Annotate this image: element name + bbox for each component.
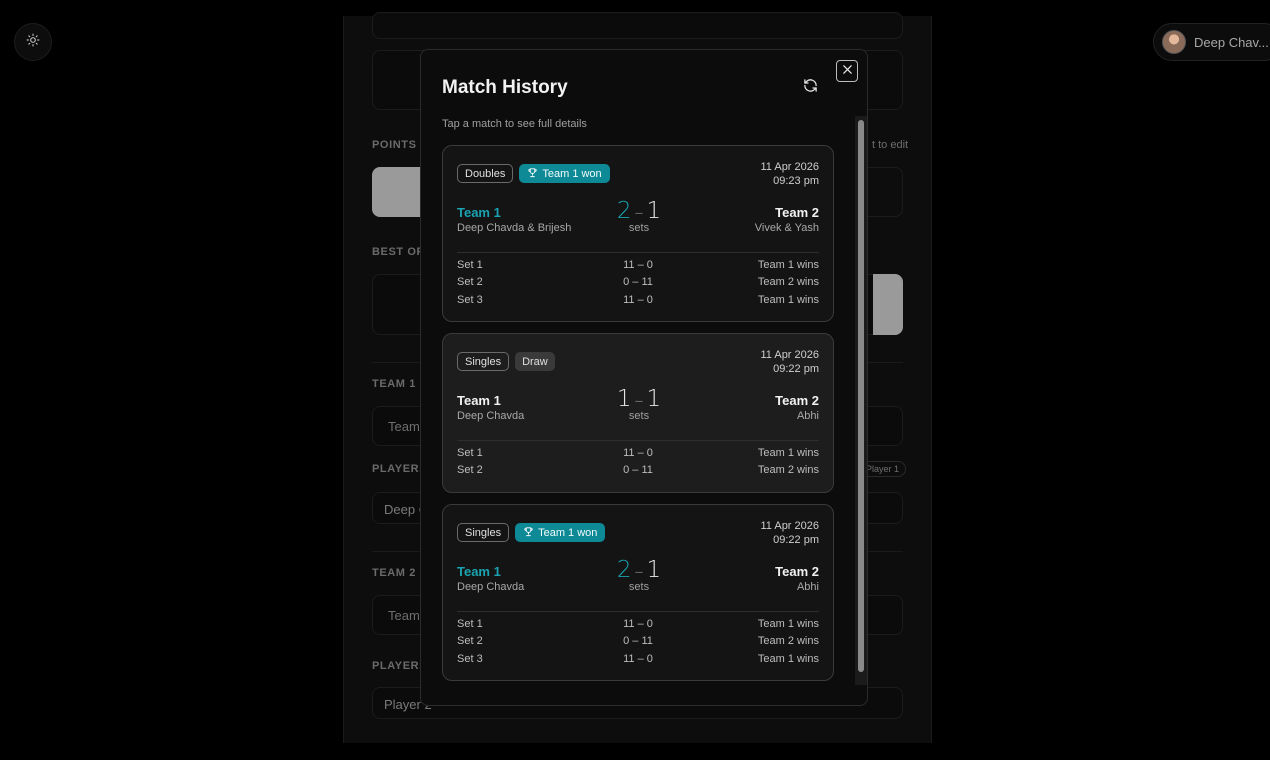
match-type-badge: Doubles [457,164,514,183]
divider [457,611,819,612]
team2-score: 1 [646,557,662,583]
team2-players: Abhi [796,581,819,593]
team1-name-placeholder: Team [388,419,420,434]
modal-subtitle: Tap a match to see full details [442,118,587,130]
refresh-button[interactable] [801,79,819,97]
avatar [1162,30,1186,54]
match-date: 11 Apr 2026 [760,520,819,532]
best-of-label: BEST OF [372,246,424,258]
sun-icon [26,33,40,52]
trophy-icon [523,526,534,540]
match-date: 11 Apr 2026 [760,161,819,173]
divider [457,440,819,441]
match-history-modal: Match History Tap a match to see full de… [420,49,868,706]
set-row: Set 3 11 – 0 Team 1 wins [457,294,819,311]
team2-players: Abhi [796,410,819,422]
team2-name: Team 2 [775,205,819,220]
set-row: Set 2 0 – 11 Team 2 wins [457,635,819,652]
match-date: 11 Apr 2026 [760,349,819,361]
result-label: Team 1 won [538,526,598,539]
divider [457,252,819,253]
set-row: Set 3 11 – 0 Team 1 wins [457,653,819,670]
result-badge: Draw [515,352,555,371]
match-type-badge: Singles [457,523,510,542]
scrollbar-thumb[interactable] [858,120,864,672]
user-name: Deep Chav... [1194,34,1269,50]
team1-score: 2 [616,557,632,583]
team1-score: 1 [616,386,632,412]
match-card[interactable]: Singles Draw 11 Apr 2026 09:22 pm Team 1… [442,333,834,493]
refresh-icon [803,78,818,98]
set-result: Team 2 wins [757,635,819,647]
set-result: Team 2 wins [757,464,819,476]
modal-title: Match History [442,77,568,98]
match-time: 09:22 pm [773,363,819,375]
set-result: Team 1 wins [757,259,819,271]
match-time: 09:22 pm [773,534,819,546]
set-result: Team 1 wins [757,653,819,665]
set-result: Team 1 wins [757,447,819,459]
match-type-badge: Singles [457,352,510,371]
match-time: 09:23 pm [773,175,819,187]
tap-to-edit-hint: t to edit [872,139,909,151]
bg-field-top [372,12,903,39]
trophy-icon [527,167,538,181]
best-of-option-selected[interactable] [873,274,903,335]
set-row: Set 1 11 – 0 Team 1 wins [457,447,819,464]
team2-score: 1 [646,198,662,224]
set-result: Team 1 wins [757,294,819,306]
set-result: Team 1 wins [757,618,819,630]
players2-label: PLAYERS [372,660,428,672]
team2-score: 1 [646,386,662,412]
result-badge: Team 1 won [519,164,610,183]
result-label: Team 1 won [542,167,602,180]
close-icon [842,62,853,80]
set-result: Team 2 wins [757,276,819,288]
set-row: Set 2 0 – 11 Team 2 wins [457,276,819,293]
set-row: Set 2 0 – 11 Team 2 wins [457,464,819,481]
result-badge: Team 1 won [515,523,606,542]
close-button[interactable] [836,60,858,82]
theme-toggle-button[interactable] [14,23,52,61]
team1-score: 2 [616,198,632,224]
set-row: Set 1 11 – 0 Team 1 wins [457,259,819,276]
team2-name: Team 2 [775,564,819,579]
match-card[interactable]: Singles Team 1 won 11 Apr 2026 09:22 pm … [442,504,834,681]
match-list[interactable]: Doubles Team 1 won 11 Apr 2026 09:23 pm … [442,145,834,690]
players1-label: PLAYERS [372,463,428,475]
team2-players: Vivek & Yash [754,222,819,234]
user-menu-button[interactable]: Deep Chav... [1153,23,1270,61]
team2-name-placeholder: Team [388,608,420,623]
set-row: Set 1 11 – 0 Team 1 wins [457,618,819,635]
team2-name: Team 2 [775,393,819,408]
match-card[interactable]: Doubles Team 1 won 11 Apr 2026 09:23 pm … [442,145,834,322]
bottom-bar [0,743,1270,760]
